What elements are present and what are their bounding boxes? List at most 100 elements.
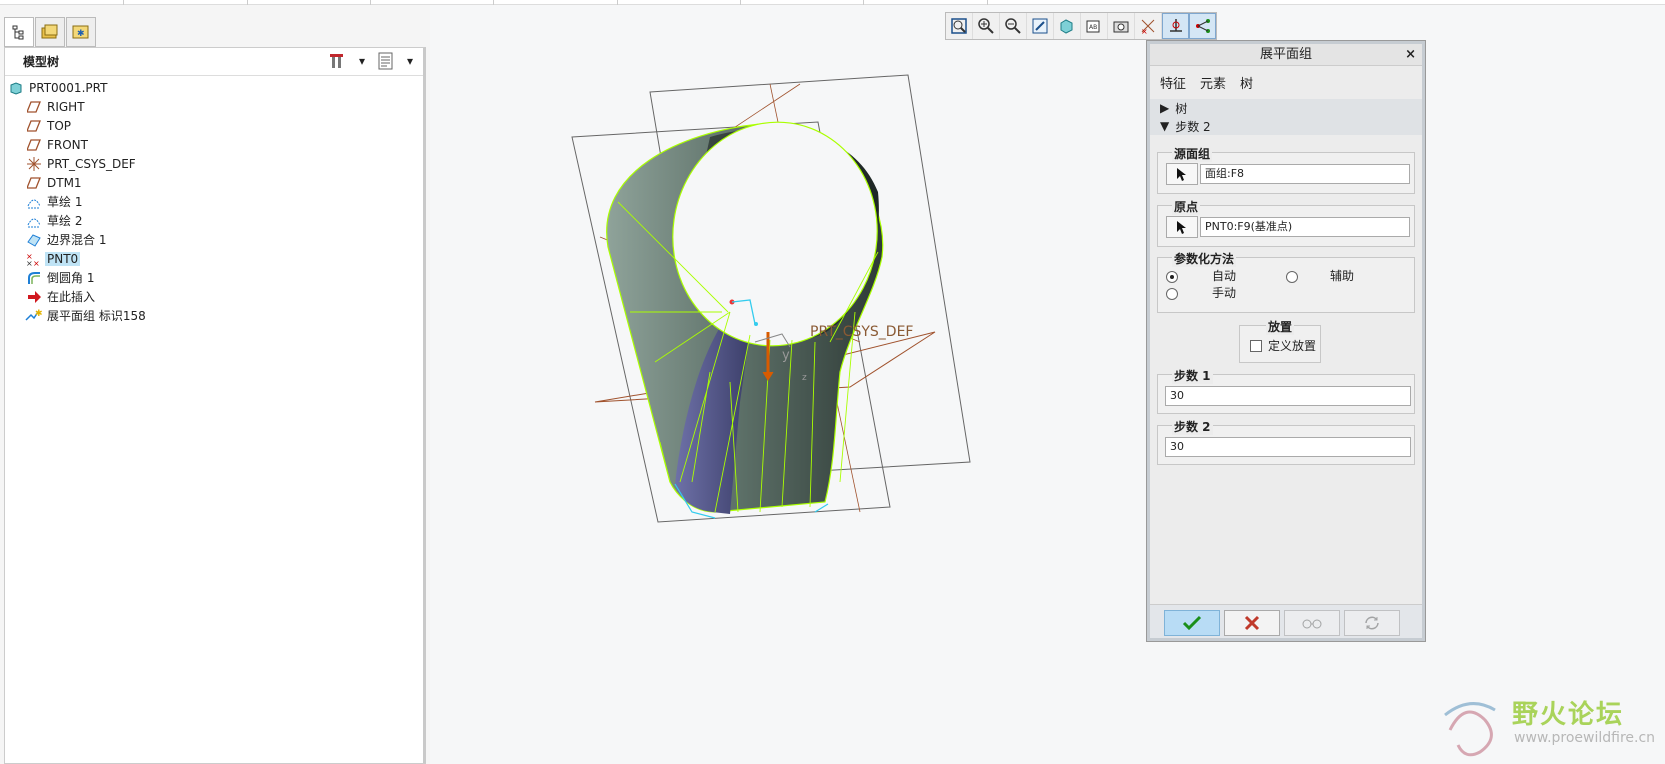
cancel-button[interactable] — [1224, 610, 1280, 636]
tree-item-flatten-quilt[interactable]: ✱ 展平面组 标识158 — [25, 306, 148, 325]
tree-item-pnt0[interactable]: × × × PNT0 — [25, 249, 81, 268]
zoom-in-button[interactable] — [973, 13, 1000, 39]
placement-label: 放置 — [1266, 318, 1295, 335]
tree-item-label: PNT0 — [45, 251, 81, 266]
chevron-down-icon[interactable]: ▾ — [353, 52, 371, 70]
view-manager-button[interactable] — [1108, 13, 1135, 39]
zoom-out-button[interactable] — [1000, 13, 1027, 39]
datum-point-icon: × × × — [25, 250, 43, 268]
tree-item-round-1[interactable]: 倒圆角 1 — [25, 268, 96, 287]
tree-item-prt0001[interactable]: PRT0001.PRT — [7, 78, 109, 97]
sketch-icon — [25, 193, 43, 211]
dialog-body: 源面组 面组:F8 原点 PNT0:F9(基准点) 参数化方法 自动 辅助 手动… — [1150, 140, 1422, 604]
tree-item-boundary-blend-1[interactable]: 边界混合 1 — [25, 230, 108, 249]
tree-item-label: RIGHT — [47, 99, 85, 114]
svg-text:AB: AB — [1089, 24, 1097, 31]
steps1-input[interactable]: 30 — [1165, 386, 1411, 406]
repaint-button[interactable] — [1027, 13, 1054, 39]
csys-label: PRT_CSYS_DEF — [810, 324, 913, 340]
tree-item-insert-here[interactable]: 在此插入 — [25, 287, 97, 306]
dialog-tabs: 特征 元素 树 — [1150, 66, 1422, 99]
svg-text:×: × — [1141, 27, 1148, 35]
settings-icon[interactable] — [329, 52, 347, 70]
source-quilt-field[interactable]: 面组:F8 — [1200, 164, 1410, 184]
spin-center-icon — [1169, 19, 1182, 32]
saved-views-icon: AB — [1086, 20, 1100, 33]
flatten-quilt-icon: ✱ — [25, 307, 43, 325]
tree-item-prt-csys-def[interactable]: PRT_CSYS_DEF — [25, 154, 138, 173]
svg-text:✱: ✱ — [35, 309, 43, 319]
cancel-icon — [1244, 615, 1260, 631]
glasses-icon — [1302, 619, 1322, 629]
tab-favorites[interactable]: ✱ — [66, 17, 96, 47]
model-view[interactable]: PRT_CSYS_DEF y z — [430, 42, 1150, 764]
radio-aux-label: 辅助 — [1330, 269, 1355, 283]
model-tree: 模型树 ▾ ▾ PRT0001.PRT RIGHT TOP FRONT PRT_… — [4, 47, 426, 764]
section-steps[interactable]: ▼ 步数 2 — [1150, 117, 1422, 135]
radio-auto-label: 自动 — [1212, 269, 1237, 283]
refit-button[interactable] — [946, 13, 973, 39]
tree-item-label: FRONT — [47, 137, 88, 152]
ok-button[interactable] — [1164, 610, 1220, 636]
display-style-icon — [1060, 19, 1073, 34]
group-param-method: 参数化方法 自动 辅助 手动 — [1157, 250, 1415, 313]
camera-icon — [1113, 21, 1129, 33]
tree-item-top[interactable]: TOP — [25, 116, 73, 135]
group-steps-2: 步数 2 30 — [1157, 418, 1415, 465]
datum-display-filter-button[interactable]: × — [1135, 13, 1162, 39]
tree-item-dtm1[interactable]: DTM1 — [25, 173, 84, 192]
define-placement-checkbox[interactable] — [1250, 340, 1262, 352]
datum-filter-icon: × — [1141, 19, 1155, 35]
origin-select-button[interactable] — [1166, 216, 1198, 238]
dialog-footer — [1150, 604, 1422, 638]
tree-item-label: 草绘 2 — [47, 214, 83, 228]
source-quilt-select-button[interactable] — [1166, 163, 1198, 185]
tab-folder-browser[interactable] — [35, 17, 65, 47]
tree-item-sketch-2[interactable]: 草绘 2 — [25, 211, 84, 230]
svg-text:✱: ✱ — [77, 29, 85, 39]
tree-tools: ▾ ▾ — [329, 52, 419, 70]
boundary-blend-icon — [25, 231, 43, 249]
tab-tree[interactable]: 树 — [1240, 73, 1253, 92]
group-source-quilt: 源面组 面组:F8 — [1157, 145, 1415, 194]
tab-element[interactable]: 元素 — [1200, 73, 1226, 92]
tab-feature[interactable]: 特征 — [1160, 73, 1186, 92]
tree-item-right[interactable]: RIGHT — [25, 97, 87, 116]
graphics-area[interactable]: PRT_CSYS_DEF y z — [430, 42, 1150, 764]
axis-y-label: y — [782, 348, 790, 363]
saved-views-button[interactable]: AB — [1081, 13, 1108, 39]
model-tree-header: 模型树 ▾ ▾ — [5, 48, 423, 76]
annotation-display-button[interactable] — [1189, 13, 1216, 39]
refresh-icon — [1365, 616, 1379, 630]
watermark-logo — [1444, 702, 1496, 757]
radio-auto[interactable] — [1166, 271, 1178, 283]
steps2-label: 步数 2 — [1172, 418, 1213, 435]
radio-aux[interactable] — [1286, 271, 1298, 283]
chevron-down-icon[interactable]: ▾ — [401, 52, 419, 70]
svg-text:×: × — [26, 259, 33, 267]
source-quilt-label: 源面组 — [1172, 145, 1213, 162]
favorites-icon: ✱ — [72, 25, 89, 39]
regenerate-button[interactable] — [1344, 610, 1400, 636]
preview-button[interactable] — [1284, 610, 1340, 636]
zoom-in-icon — [978, 18, 994, 34]
section-tree-label: 树 — [1175, 101, 1188, 116]
round-icon — [25, 269, 43, 287]
close-icon[interactable]: × — [1405, 44, 1416, 66]
steps2-input[interactable]: 30 — [1165, 437, 1411, 457]
radio-manual[interactable] — [1166, 288, 1178, 300]
group-placement: 放置 定义放置 — [1239, 318, 1321, 363]
origin-field[interactable]: PNT0:F9(基准点) — [1200, 217, 1410, 237]
graphics-toolbar: AB × — [945, 12, 1217, 40]
show-list-icon[interactable] — [377, 52, 395, 70]
watermark-cn: 野火论坛 — [1512, 700, 1625, 730]
refit-icon — [951, 18, 967, 34]
sketch-icon — [25, 212, 43, 230]
tree-item-sketch-1[interactable]: 草绘 1 — [25, 192, 84, 211]
section-tree[interactable]: ▶ 树 — [1150, 99, 1422, 117]
display-style-button[interactable] — [1054, 13, 1081, 39]
tree-item-label: 草绘 1 — [47, 195, 83, 209]
spin-center-button[interactable] — [1162, 13, 1189, 39]
tab-model-tree[interactable] — [4, 17, 34, 47]
tree-item-front[interactable]: FRONT — [25, 135, 90, 154]
